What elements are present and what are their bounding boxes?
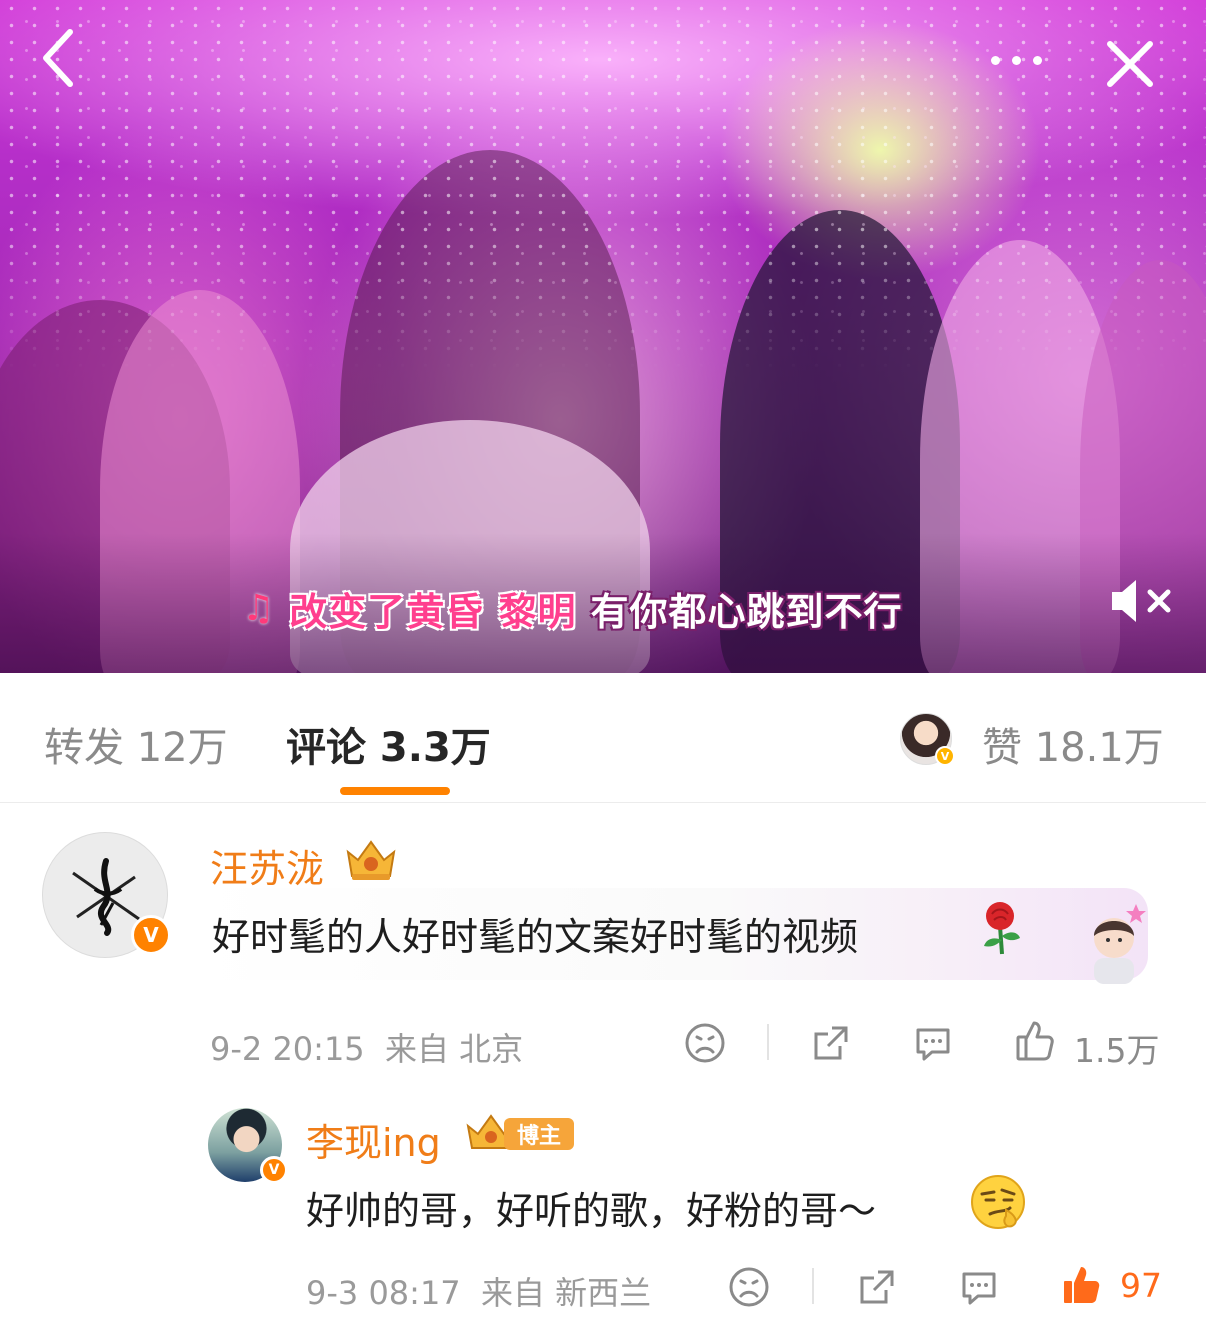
video-player[interactable]: ♫ 改变了黄昏 黎明 有你都心跳到不行: [0, 0, 1206, 673]
like-button[interactable]: [1058, 1262, 1104, 1308]
comment-location: 来自 北京: [385, 1030, 524, 1068]
comment-bubble-icon: [916, 1028, 950, 1061]
interaction-tab-bar: 转发 12万 评论 3.3万 V 赞 18.1万: [0, 673, 1206, 803]
like-count: 97: [1120, 1266, 1162, 1305]
share-button[interactable]: [808, 1020, 854, 1066]
comment-meta: 9-2 20:15 来自 北京: [210, 1024, 523, 1070]
reply-button[interactable]: [910, 1020, 956, 1066]
comment-time: 9-3 08:17: [306, 1274, 461, 1312]
rose-emoji-icon: [984, 902, 1020, 955]
comment-location: 来自 新西兰: [481, 1274, 652, 1312]
crowd-silhouette: [920, 240, 1120, 673]
verified-badge-icon: V: [131, 915, 171, 955]
mute-button[interactable]: [1106, 576, 1178, 626]
more-dots-icon: [990, 55, 1000, 65]
close-icon: [1107, 41, 1153, 87]
action-separator: [812, 1268, 814, 1304]
like-count: 1.5万: [1074, 1031, 1160, 1070]
more-button[interactable]: [976, 40, 1056, 80]
dislike-button[interactable]: [726, 1264, 772, 1310]
comment-text[interactable]: 好时髦的人好时髦的文案好时髦的视频: [212, 906, 858, 961]
crowd-silhouette: [0, 300, 230, 673]
more-dots-icon: [1011, 55, 1021, 65]
music-note-icon: ♫: [242, 587, 276, 629]
lyric-subtitle: ♫ 改变了黄昏 黎明 有你都心跳到不行: [242, 578, 903, 638]
active-tab-indicator: [340, 787, 450, 795]
comment-username[interactable]: 汪苏泷: [210, 838, 324, 893]
crown-badge-icon: [346, 840, 396, 880]
comment-text[interactable]: 好帅的哥，好听的歌，好粉的哥～: [306, 1180, 876, 1235]
smirk-emoji-icon: [971, 1175, 1025, 1229]
verified-badge-icon: V: [935, 746, 955, 766]
blogger-badge-label: 博主: [504, 1118, 574, 1150]
tab-repost[interactable]: 转发 12万: [44, 715, 228, 773]
more-dots-icon: [1032, 55, 1042, 65]
like-button[interactable]: [1012, 1018, 1058, 1064]
blogger-badge: 博主: [464, 1110, 576, 1154]
avatar[interactable]: V: [208, 1108, 288, 1184]
back-button[interactable]: [28, 28, 88, 88]
speaker-muted-icon: [1112, 580, 1171, 622]
close-button[interactable]: [1100, 34, 1160, 94]
thumbs-up-icon: [1016, 1021, 1054, 1061]
comment-username[interactable]: 李现ing: [306, 1112, 441, 1167]
frown-face-icon: [729, 1267, 769, 1307]
frown-face-icon: [685, 1023, 725, 1063]
chevron-left-icon: [43, 29, 73, 87]
share-button[interactable]: [854, 1264, 900, 1310]
tab-comment[interactable]: 评论 3.3万: [286, 715, 491, 773]
share-icon: [860, 1270, 894, 1304]
character-sticker-icon: [1094, 904, 1146, 984]
lyric-unsung-part: 有你都心跳到不行: [590, 589, 903, 634]
lyric-sung-part: 改变了黄昏 黎明: [289, 589, 577, 634]
comment-meta: 9-3 08:17 来自 新西兰: [306, 1268, 651, 1314]
comment-time: 9-2 20:15: [210, 1030, 365, 1068]
thumbs-up-filled-icon: [1064, 1267, 1100, 1303]
share-icon: [814, 1026, 848, 1060]
verified-badge-icon: V: [260, 1156, 288, 1184]
comment-bubble-icon: [962, 1272, 996, 1305]
liker-avatar[interactable]: V: [900, 713, 955, 766]
action-separator: [767, 1024, 769, 1060]
avatar[interactable]: V: [42, 832, 171, 958]
tab-like[interactable]: 赞 18.1万: [982, 715, 1164, 773]
dislike-button[interactable]: [682, 1020, 728, 1066]
reply-button[interactable]: [956, 1264, 1002, 1310]
